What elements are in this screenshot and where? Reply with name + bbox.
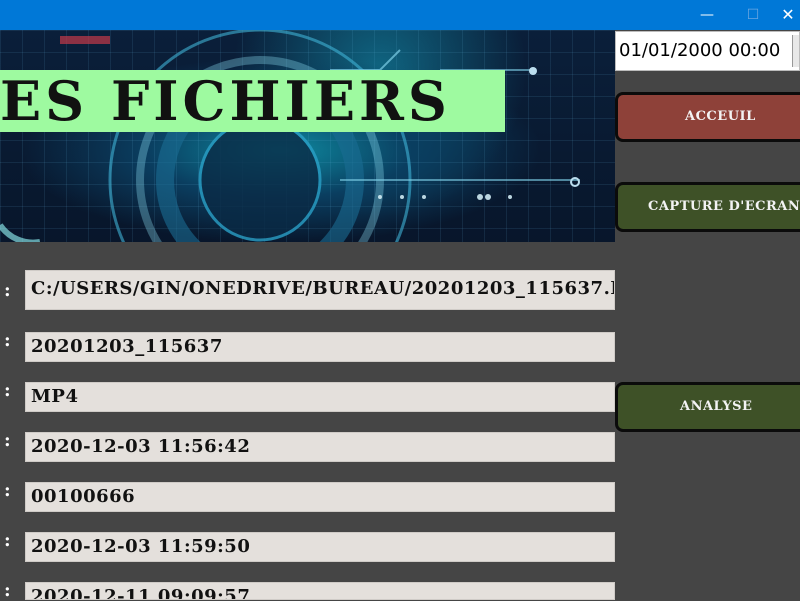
modified-date-field[interactable]: 2020-12-03 11:59:50 xyxy=(25,532,615,562)
field-label-colon: : xyxy=(4,280,11,301)
file-extension-field[interactable]: MP4 xyxy=(25,382,615,412)
file-name-field[interactable]: 20201203_115637 xyxy=(25,332,615,362)
date-time-picker[interactable]: 01/01/2000 00:00 xyxy=(615,31,800,71)
field-label-colon: : xyxy=(4,480,11,501)
banner-title: ES FICHIERS xyxy=(0,70,505,132)
field-label-colon: : xyxy=(4,330,11,351)
file-size-field[interactable]: 00100666 xyxy=(25,482,615,512)
field-label-colon: : xyxy=(4,580,11,601)
accueil-button[interactable]: ACCEUIL xyxy=(615,92,800,142)
maximize-button[interactable]: ☐ xyxy=(730,0,776,30)
spin-button[interactable] xyxy=(792,35,799,67)
creation-date-field[interactable]: 2020-12-03 11:56:42 xyxy=(25,432,615,462)
date-time-value: 01/01/2000 00:00 xyxy=(619,40,781,61)
field-label-colon: : xyxy=(4,530,11,551)
file-path-field[interactable]: C:/USERS/GIN/ONEDRIVE/BUREAU/20201203_11… xyxy=(25,270,615,310)
capture-ecran-button[interactable]: CAPTURE D'ECRAN xyxy=(615,182,800,232)
accessed-date-field[interactable]: 2020-12-11 09:09:57 xyxy=(25,582,615,600)
analyse-button[interactable]: ANALYSE xyxy=(615,382,800,432)
window-title-bar: — ☐ ✕ xyxy=(0,0,800,30)
close-button[interactable]: ✕ xyxy=(776,0,800,30)
field-label-colon: : xyxy=(4,380,11,401)
banner-hud-graphic xyxy=(0,30,580,242)
minimize-button[interactable]: — xyxy=(684,0,730,30)
header-banner: ES FICHIERS xyxy=(0,30,615,242)
field-label-colon: : xyxy=(4,430,11,451)
